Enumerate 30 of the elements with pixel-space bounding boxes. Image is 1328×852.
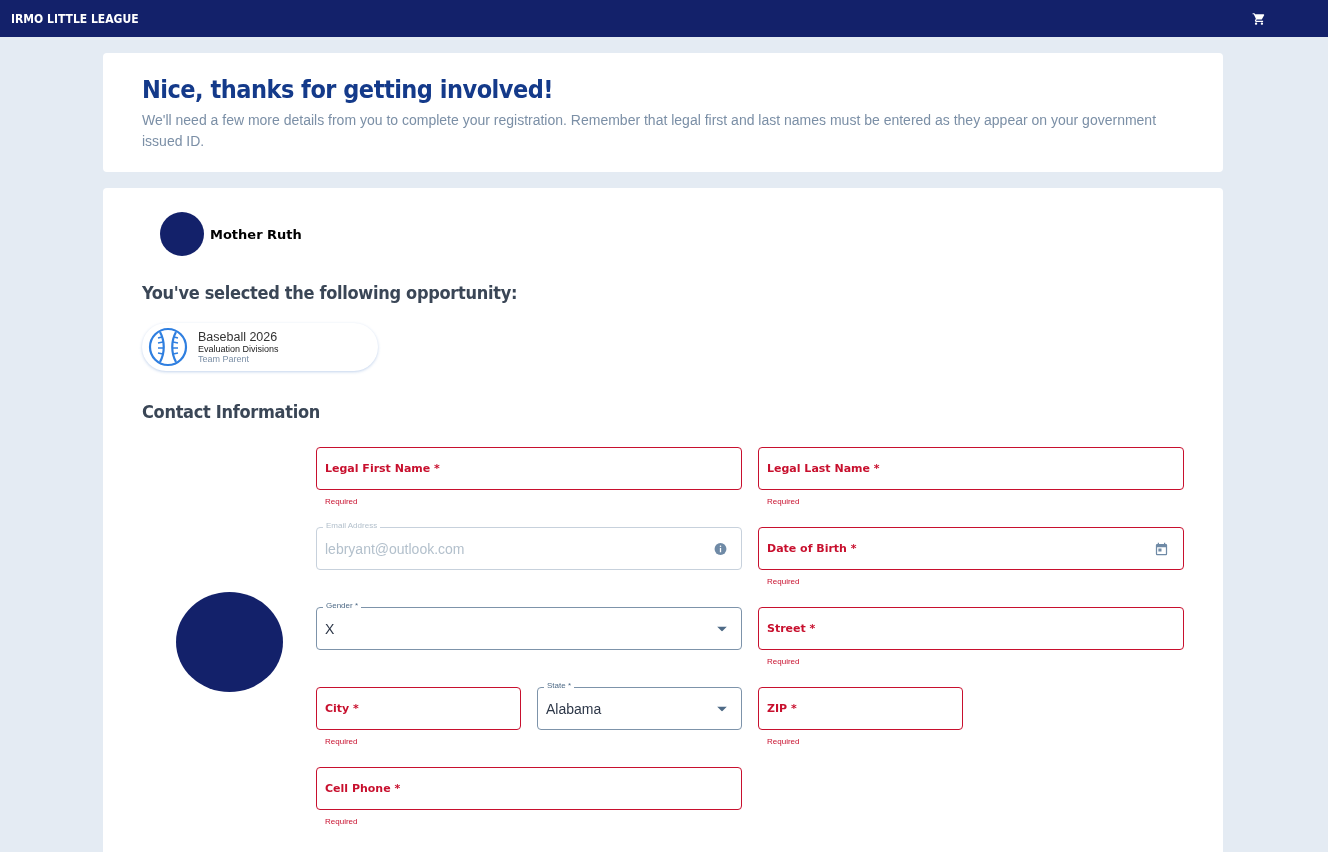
intro-text: We'll need a few more details from you to complete your registration. Remember that legal first and last names must be entered as they appear on your government issued ID. xyxy=(142,111,1158,151)
dropdown-caret-icon[interactable] xyxy=(717,706,727,711)
role-text: Team Parent xyxy=(198,354,251,364)
error-message: Required xyxy=(325,497,358,506)
input-field[interactable]: City * xyxy=(316,687,521,730)
input-field[interactable]: Date of Birth * xyxy=(758,527,1184,570)
brand-title[interactable]: IRMO LITTLE LEAGUE xyxy=(11,11,139,26)
input-field[interactable]: Street * xyxy=(758,607,1184,650)
input-field[interactable]: ZIP * xyxy=(758,687,963,730)
error-message: Required xyxy=(767,657,800,666)
error-message: Required xyxy=(325,737,358,746)
opportunity-title: Baseball 2026 xyxy=(198,330,279,344)
error-message: Required xyxy=(767,577,800,586)
avatar xyxy=(160,212,204,256)
input-field[interactable]: Legal Last Name * xyxy=(758,447,1184,490)
error-message: Required xyxy=(767,497,800,506)
opportunity-card[interactable]: Baseball 2026 Evaluation Divisions Team Parent xyxy=(142,323,378,371)
error-message: Required xyxy=(767,737,800,746)
division-text: Evaluation Divisions xyxy=(198,344,279,354)
section-heading: Contact Information xyxy=(142,401,321,422)
section-heading: You've selected the following opportunity: xyxy=(142,282,519,303)
cart-icon[interactable] xyxy=(1252,11,1266,26)
page-title: Nice, thanks for getting involved! xyxy=(142,75,555,104)
calendar-icon[interactable] xyxy=(1154,541,1169,556)
input-field[interactable]: Cell Phone * xyxy=(316,767,742,810)
person-name: Mother Ruth xyxy=(210,226,302,242)
input-field[interactable]: Legal First Name * xyxy=(316,447,742,490)
error-message: Required xyxy=(325,817,358,826)
dropdown-caret-icon[interactable] xyxy=(717,626,727,631)
baseball-icon xyxy=(148,327,188,367)
